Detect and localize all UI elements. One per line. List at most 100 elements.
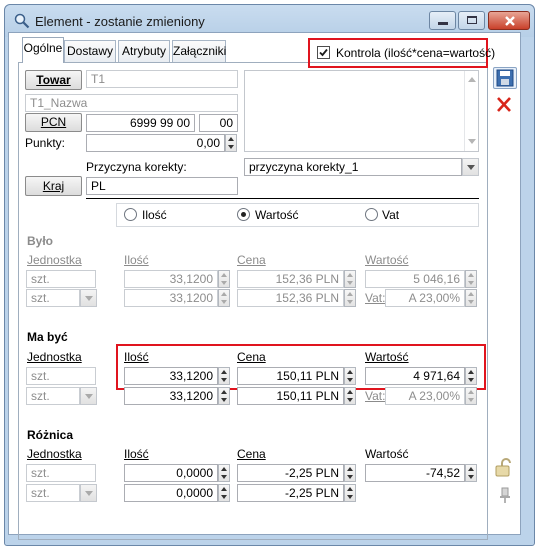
ma-byc-vat-spinner[interactable]: [465, 387, 477, 405]
ma-byc-ilosc-spinner[interactable]: [218, 367, 230, 385]
bylo-col-wartosc: Wartość: [365, 253, 409, 267]
bylo-header: Było: [27, 234, 54, 248]
roznica-ilosc-spinner[interactable]: [218, 464, 230, 482]
description-scrollbar[interactable]: [464, 71, 478, 151]
towar-code-field[interactable]: T1: [86, 70, 238, 88]
maximize-icon: [467, 16, 477, 24]
bylo-col-jednostka: Jednostka: [27, 253, 82, 267]
magnifier-icon: [14, 13, 30, 29]
lock-button[interactable]: [493, 457, 517, 479]
bylo-wartosc-field[interactable]: 5 046,16: [365, 270, 465, 288]
maximize-button[interactable]: [458, 11, 485, 30]
checkmark-icon: [319, 48, 328, 57]
roznica-unit2-select[interactable]: szt.: [26, 484, 80, 502]
roznica-cena2-spinner[interactable]: [344, 484, 356, 502]
radio-vat[interactable]: [365, 208, 378, 221]
roznica-cena-field[interactable]: -2,25 PLN: [237, 464, 344, 482]
roznica-wartosc-field[interactable]: -74,52: [365, 464, 465, 482]
radio-wartosc[interactable]: [237, 208, 250, 221]
ma-byc-vat-field[interactable]: A 23,00%: [385, 387, 465, 405]
kontrola-checkbox[interactable]: [317, 46, 330, 59]
roznica-cena-spinner[interactable]: [344, 464, 356, 482]
kraj-field[interactable]: PL: [86, 177, 238, 195]
window-title: Element - zostanie zmieniony: [35, 14, 205, 29]
przyczyna-select[interactable]: przyczyna korekty_1: [244, 158, 462, 176]
ma-byc-cena-field[interactable]: 150,11 PLN: [237, 367, 344, 385]
pin-button[interactable]: [493, 484, 517, 506]
ma-byc-col-wartosc: Wartość: [365, 350, 409, 364]
bylo-col-cena: Cena: [237, 253, 266, 267]
ma-byc-wartosc-spinner[interactable]: [465, 367, 477, 385]
bylo-ilosc2-field[interactable]: 33,1200: [124, 289, 218, 307]
pcn-suffix-field[interactable]: 00: [199, 114, 238, 132]
ma-byc-ilosc-field[interactable]: 33,1200: [124, 367, 218, 385]
ma-byc-col-cena: Cena: [237, 350, 266, 364]
pcn-code-field[interactable]: 6999 99 00: [86, 114, 195, 132]
ma-byc-ilosc2-spinner[interactable]: [218, 387, 230, 405]
ma-byc-wartosc-field[interactable]: 4 971,64: [365, 367, 465, 385]
bylo-unit-field[interactable]: szt.: [26, 270, 96, 288]
ma-byc-cena2-field[interactable]: 150,11 PLN: [237, 387, 344, 405]
bylo-cena-field[interactable]: 152,36 PLN: [237, 270, 344, 288]
roznica-cena2-field[interactable]: -2,25 PLN: [237, 484, 344, 502]
description-textarea[interactable]: [244, 70, 479, 152]
tab-ogolne[interactable]: Ogólne: [22, 37, 64, 63]
bylo-unit2-select[interactable]: szt.: [26, 289, 80, 307]
minimize-icon: [438, 22, 448, 25]
pcn-button[interactable]: PCN: [25, 113, 82, 132]
przyczyna-dropdown-button[interactable]: [462, 158, 479, 176]
towar-button[interactable]: Towar: [25, 70, 82, 90]
bylo-cena-spinner[interactable]: [344, 270, 356, 288]
bylo-ilosc-field[interactable]: 33,1200: [124, 270, 218, 288]
kraj-button-label: Kraj: [42, 179, 65, 193]
roznica-ilosc2-field[interactable]: 0,0000: [124, 484, 218, 502]
close-icon: [505, 16, 515, 26]
bylo-wartosc-spinner[interactable]: [465, 270, 477, 288]
kontrola-label: Kontrola (ilość*cena=wartość): [336, 46, 496, 60]
tab-atrybuty[interactable]: Atrybuty: [118, 40, 170, 62]
roznica-col-jednostka: Jednostka: [27, 447, 82, 461]
pcn-button-label: PCN: [40, 115, 67, 129]
ma-byc-vat-label: Vat:: [365, 389, 386, 403]
close-button[interactable]: [488, 11, 530, 30]
cancel-button[interactable]: [493, 95, 517, 117]
red-x-icon: [497, 97, 511, 112]
tab-label: Ogólne: [23, 41, 63, 55]
bylo-ilosc2-spinner[interactable]: [218, 289, 230, 307]
roznica-ilosc2-spinner[interactable]: [218, 484, 230, 502]
padlock-icon: [495, 458, 511, 477]
ma-byc-unit2-dropdown[interactable]: [80, 387, 97, 405]
radio-ilosc[interactable]: [124, 208, 137, 221]
pin-icon: [500, 487, 510, 503]
ma-byc-unit-field[interactable]: szt.: [26, 367, 96, 385]
scroll-up-icon: [468, 77, 476, 82]
roznica-unit-field[interactable]: szt.: [26, 464, 96, 482]
towar-name-field[interactable]: T1_Nazwa: [25, 94, 238, 112]
roznica-wartosc-spinner[interactable]: [465, 464, 477, 482]
roznica-col-ilosc: Ilość: [124, 447, 149, 461]
bylo-unit2-dropdown[interactable]: [80, 289, 97, 307]
roznica-unit2-dropdown[interactable]: [80, 484, 97, 502]
radio-ilosc-label: Ilość: [142, 208, 167, 222]
bylo-vat-spinner[interactable]: [465, 289, 477, 307]
ma-byc-cena-spinner[interactable]: [344, 367, 356, 385]
scroll-down-icon: [468, 139, 476, 144]
punkty-spinner[interactable]: [225, 134, 237, 152]
punkty-field[interactable]: 0,00: [86, 134, 225, 152]
tab-label: Dostawy: [66, 44, 113, 58]
ma-byc-cena2-spinner[interactable]: [344, 387, 356, 405]
minimize-button[interactable]: [429, 11, 456, 30]
roznica-ilosc-field[interactable]: 0,0000: [124, 464, 218, 482]
bylo-cena2-spinner[interactable]: [344, 289, 356, 307]
bylo-cena2-field[interactable]: 152,36 PLN: [237, 289, 344, 307]
bylo-col-ilosc: Ilość: [124, 253, 149, 267]
bylo-vat-field[interactable]: A 23,00%: [385, 289, 465, 307]
save-button[interactable]: [493, 67, 517, 89]
ma-byc-unit2-select[interactable]: szt.: [26, 387, 80, 405]
tab-zalaczniki[interactable]: Załączniki: [172, 40, 226, 62]
bylo-ilosc-spinner[interactable]: [218, 270, 230, 288]
ma-byc-ilosc2-field[interactable]: 33,1200: [124, 387, 218, 405]
tab-dostawy[interactable]: Dostawy: [64, 40, 116, 62]
kraj-button[interactable]: Kraj: [25, 176, 82, 196]
roznica-header: Różnica: [27, 428, 74, 442]
